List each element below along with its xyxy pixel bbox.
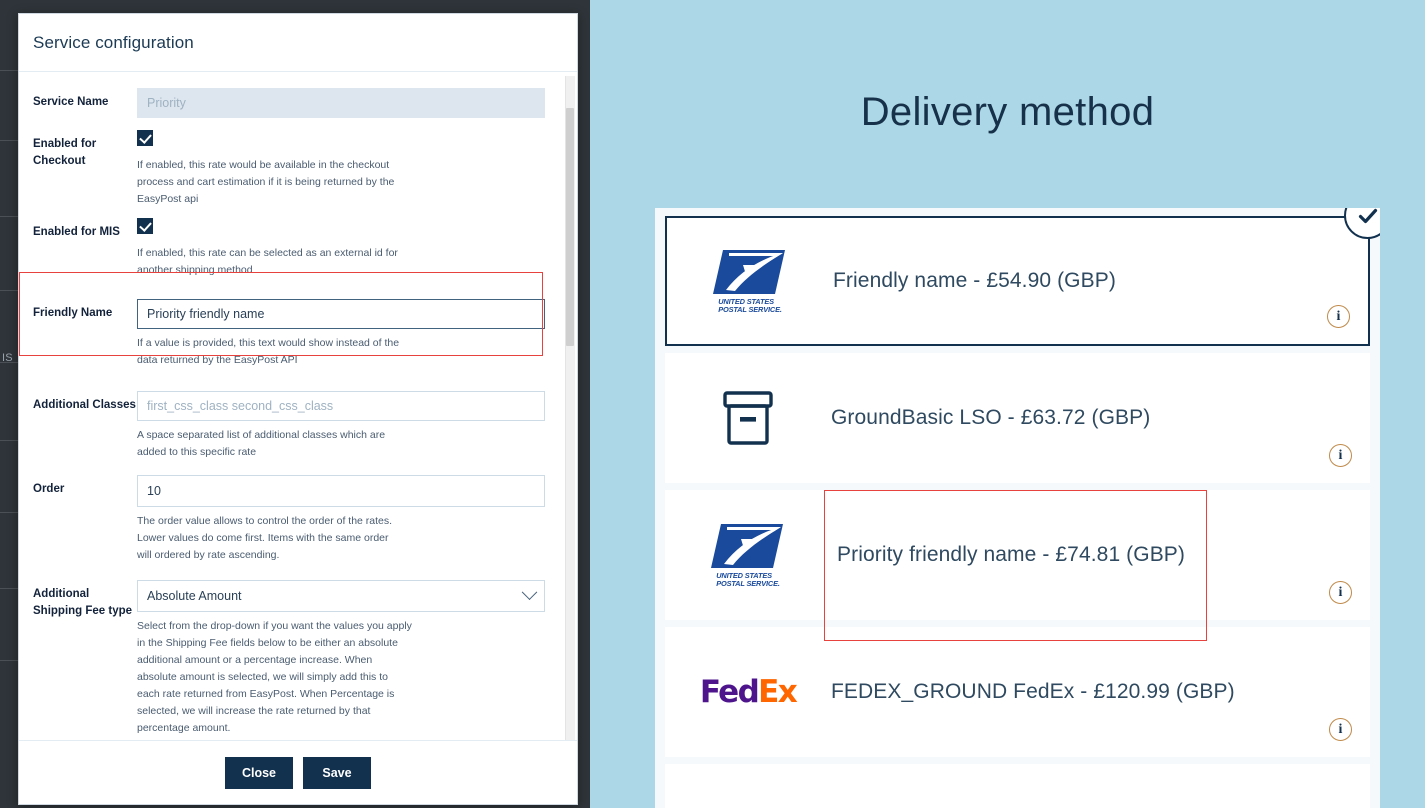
delivery-method-pane: Delivery method UNITED STATES POSTAL SER… <box>590 0 1425 808</box>
delivery-option-row[interactable]: UNITED STATES POSTAL SERVICE. Friendly n… <box>665 208 1380 346</box>
delivery-option-label: Friendly name - £54.90 (GBP) <box>833 269 1116 292</box>
fedex-logo-part2: Ex <box>758 674 798 710</box>
field-enabled-for-checkout: Enabled for Checkout If enabled, this ra… <box>19 130 565 208</box>
additional-shipping-fee-type-value: Absolute Amount <box>147 589 242 603</box>
modal-header: Service configuration <box>19 14 577 72</box>
delivery-option-label: Priority friendly name - £74.81 (GBP) <box>837 543 1185 566</box>
field-label-friendly-name: Friendly Name <box>33 307 113 319</box>
helper-enabled-for-mis: If enabled, this rate can be selected as… <box>137 247 398 276</box>
box-icon <box>723 391 773 445</box>
delivery-option-label: GroundBasic LSO - £63.72 (GBP) <box>831 406 1151 429</box>
delivery-option-row-partial[interactable] <box>665 764 1370 808</box>
field-additional-shipping-fee-type: Additional Shipping Fee type Absolute Am… <box>19 580 565 737</box>
selected-check-badge <box>1344 208 1380 239</box>
order-value: 10 <box>147 484 161 498</box>
background-ghost-text: IS <box>2 352 13 364</box>
delivery-method-title: Delivery method <box>860 90 1155 134</box>
save-button[interactable]: Save <box>303 756 371 789</box>
field-order: Order 10 The order value allows to contr… <box>19 475 565 564</box>
field-label-additional-shipping-fee-type: Additional Shipping Fee type <box>33 588 133 617</box>
modal-body: Service Name Priority Enabled for Checko… <box>19 72 577 740</box>
modal-scrollbar-thumb[interactable] <box>566 108 574 346</box>
enabled-for-checkout-checkbox[interactable] <box>137 130 153 146</box>
order-input[interactable]: 10 <box>137 475 545 507</box>
field-label-order: Order <box>33 483 65 495</box>
friendly-name-input[interactable]: Priority friendly name <box>137 299 545 329</box>
modal-footer: Close Save <box>19 740 577 804</box>
usps-eagle-icon <box>713 249 785 294</box>
enabled-for-mis-checkbox[interactable] <box>137 218 153 234</box>
field-friendly-name: Friendly Name Priority friendly name If … <box>19 293 565 369</box>
service-name-input[interactable]: Priority <box>137 88 545 118</box>
fedex-logo-part1: Fed <box>699 674 760 710</box>
check-icon <box>1358 208 1377 223</box>
helper-order: The order value allows to control the or… <box>137 515 393 561</box>
additional-classes-placeholder: first_css_class second_css_class <box>147 399 334 413</box>
helper-enabled-for-checkout: If enabled, this rate would be available… <box>137 159 395 205</box>
package-box-logo <box>683 370 813 466</box>
close-button[interactable]: Close <box>225 756 293 789</box>
helper-additional-classes: A space separated list of additional cla… <box>137 429 386 458</box>
friendly-name-value: Priority friendly name <box>147 307 265 321</box>
field-additional-classes: Additional Classes first_css_class secon… <box>19 385 565 461</box>
usps-eagle-icon <box>711 523 783 568</box>
field-label-additional-classes: Additional Classes <box>33 399 136 411</box>
chevron-down-icon <box>521 583 538 600</box>
info-icon[interactable]: i <box>1329 718 1352 741</box>
service-name-placeholder: Priority <box>147 96 186 110</box>
field-enabled-for-mis: Enabled for MIS If enabled, this rate ca… <box>19 218 565 279</box>
delivery-option-row[interactable]: UNITED STATES POSTAL SERVICE. Priority f… <box>665 490 1370 620</box>
delivery-options-list: UNITED STATES POSTAL SERVICE. Friendly n… <box>655 208 1380 808</box>
modal-backdrop[interactable]: IS Service configuration Service Name Pr… <box>0 0 590 808</box>
service-configuration-modal: Service configuration Service Name Prior… <box>18 13 578 805</box>
info-icon[interactable]: i <box>1329 444 1352 467</box>
info-icon[interactable]: i <box>1327 305 1350 328</box>
field-label-enabled-for-checkout: Enabled for Checkout <box>33 138 97 167</box>
fedex-logo: FedEx <box>683 644 813 740</box>
field-label-service-name: Service Name <box>33 96 109 108</box>
helper-additional-shipping-fee-type: Select from the drop-down if you want th… <box>137 620 412 734</box>
additional-classes-input[interactable]: first_css_class second_css_class <box>137 391 545 421</box>
field-service-name: Service Name Priority <box>19 88 565 118</box>
delivery-option-label: FEDEX_GROUND FedEx - £120.99 (GBP) <box>831 680 1235 703</box>
modal-title: Service configuration <box>33 32 194 52</box>
helper-friendly-name: If a value is provided, this text would … <box>137 337 400 366</box>
usps-logo: UNITED STATES POSTAL SERVICE. <box>683 507 813 603</box>
delivery-option-row[interactable]: GroundBasic LSO - £63.72 (GBP) i <box>665 353 1370 483</box>
field-label-enabled-for-mis: Enabled for MIS <box>33 226 120 238</box>
usps-logo: UNITED STATES POSTAL SERVICE. <box>685 233 815 329</box>
info-icon[interactable]: i <box>1329 581 1352 604</box>
delivery-option-row[interactable]: FedEx FEDEX_GROUND FedEx - £120.99 (GBP)… <box>665 627 1370 757</box>
usps-logo-line2: POSTAL SERVICE. <box>718 305 782 314</box>
modal-scroll-area: Service Name Priority Enabled for Checko… <box>19 72 565 740</box>
usps-logo-line2: POSTAL SERVICE. <box>716 579 780 588</box>
additional-shipping-fee-type-select[interactable]: Absolute Amount <box>137 580 545 612</box>
